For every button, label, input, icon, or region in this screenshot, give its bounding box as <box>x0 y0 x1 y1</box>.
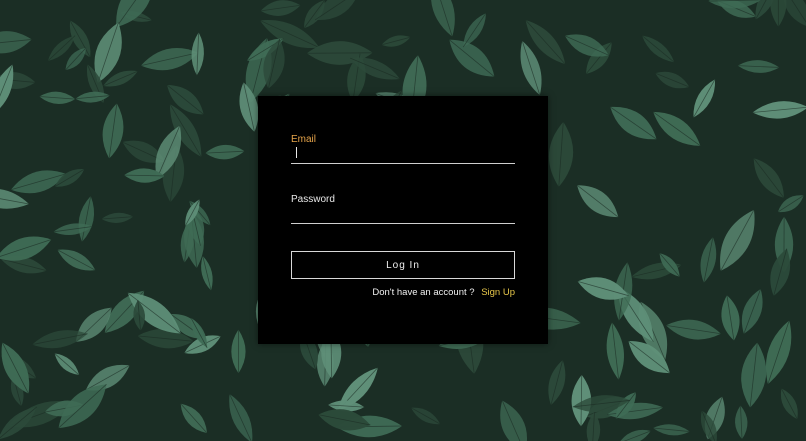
leaf-shape <box>39 91 76 104</box>
signup-link[interactable]: Sign Up <box>481 287 515 298</box>
password-field-group: Password <box>291 194 515 224</box>
leaf-shape <box>140 47 199 71</box>
leaf-shape <box>655 71 690 89</box>
leaf-shape <box>191 32 204 76</box>
leaf-shape <box>205 144 245 160</box>
text-caret <box>296 147 297 158</box>
leaf-shape <box>0 31 32 54</box>
leaf-shape <box>75 91 110 103</box>
leaf-shape <box>78 195 95 242</box>
leaf-shape <box>229 393 253 441</box>
leaf-shape <box>720 209 755 272</box>
signup-row: Don't have an account ? Sign Up <box>372 287 515 298</box>
leaf-shape <box>606 322 624 380</box>
login-button[interactable]: Log In <box>291 251 515 279</box>
leaf-shape <box>231 329 246 374</box>
leaf-shape <box>166 84 204 115</box>
leaf-shape <box>201 255 213 291</box>
leaf-shape <box>180 403 208 434</box>
email-input[interactable] <box>291 148 515 164</box>
login-card: Email Password Log In Don't have an acco… <box>258 96 548 344</box>
leaf-shape <box>54 353 80 376</box>
email-field-group: Email <box>291 134 515 164</box>
leaf-shape <box>700 237 717 283</box>
leaf-shape <box>737 60 780 73</box>
leaf-shape <box>708 0 762 9</box>
leaf-shape <box>780 388 798 420</box>
leaf-shape <box>102 103 124 159</box>
leaf-shape <box>735 405 748 440</box>
password-label: Password <box>291 194 335 205</box>
leaf-shape <box>693 79 716 118</box>
leaf-shape <box>741 342 767 408</box>
leaf-shape <box>381 35 411 47</box>
password-input[interactable] <box>291 208 515 224</box>
leaf-shape <box>753 157 785 199</box>
leaf-shape <box>260 0 301 16</box>
signup-prompt: Don't have an account ? <box>372 287 475 298</box>
leaf-shape <box>618 429 651 441</box>
leaf-shape <box>430 0 455 37</box>
leaf-shape <box>57 249 96 271</box>
leaf-shape <box>0 64 14 116</box>
leaf-shape <box>752 101 806 119</box>
leaf-shape <box>721 295 740 341</box>
leaf-shape <box>410 407 441 425</box>
leaf-shape <box>500 400 528 441</box>
leaf-shape <box>641 35 675 63</box>
leaf-shape <box>101 212 134 223</box>
leaf-shape <box>576 184 619 218</box>
leaf-shape <box>609 106 657 140</box>
leaf-shape <box>548 359 566 406</box>
leaf-shape <box>741 288 763 334</box>
leaf-shape <box>548 121 574 187</box>
leaf-shape <box>665 319 722 340</box>
leaf-shape <box>770 0 787 27</box>
leaf-shape <box>652 424 690 436</box>
email-label: Email <box>291 134 317 145</box>
